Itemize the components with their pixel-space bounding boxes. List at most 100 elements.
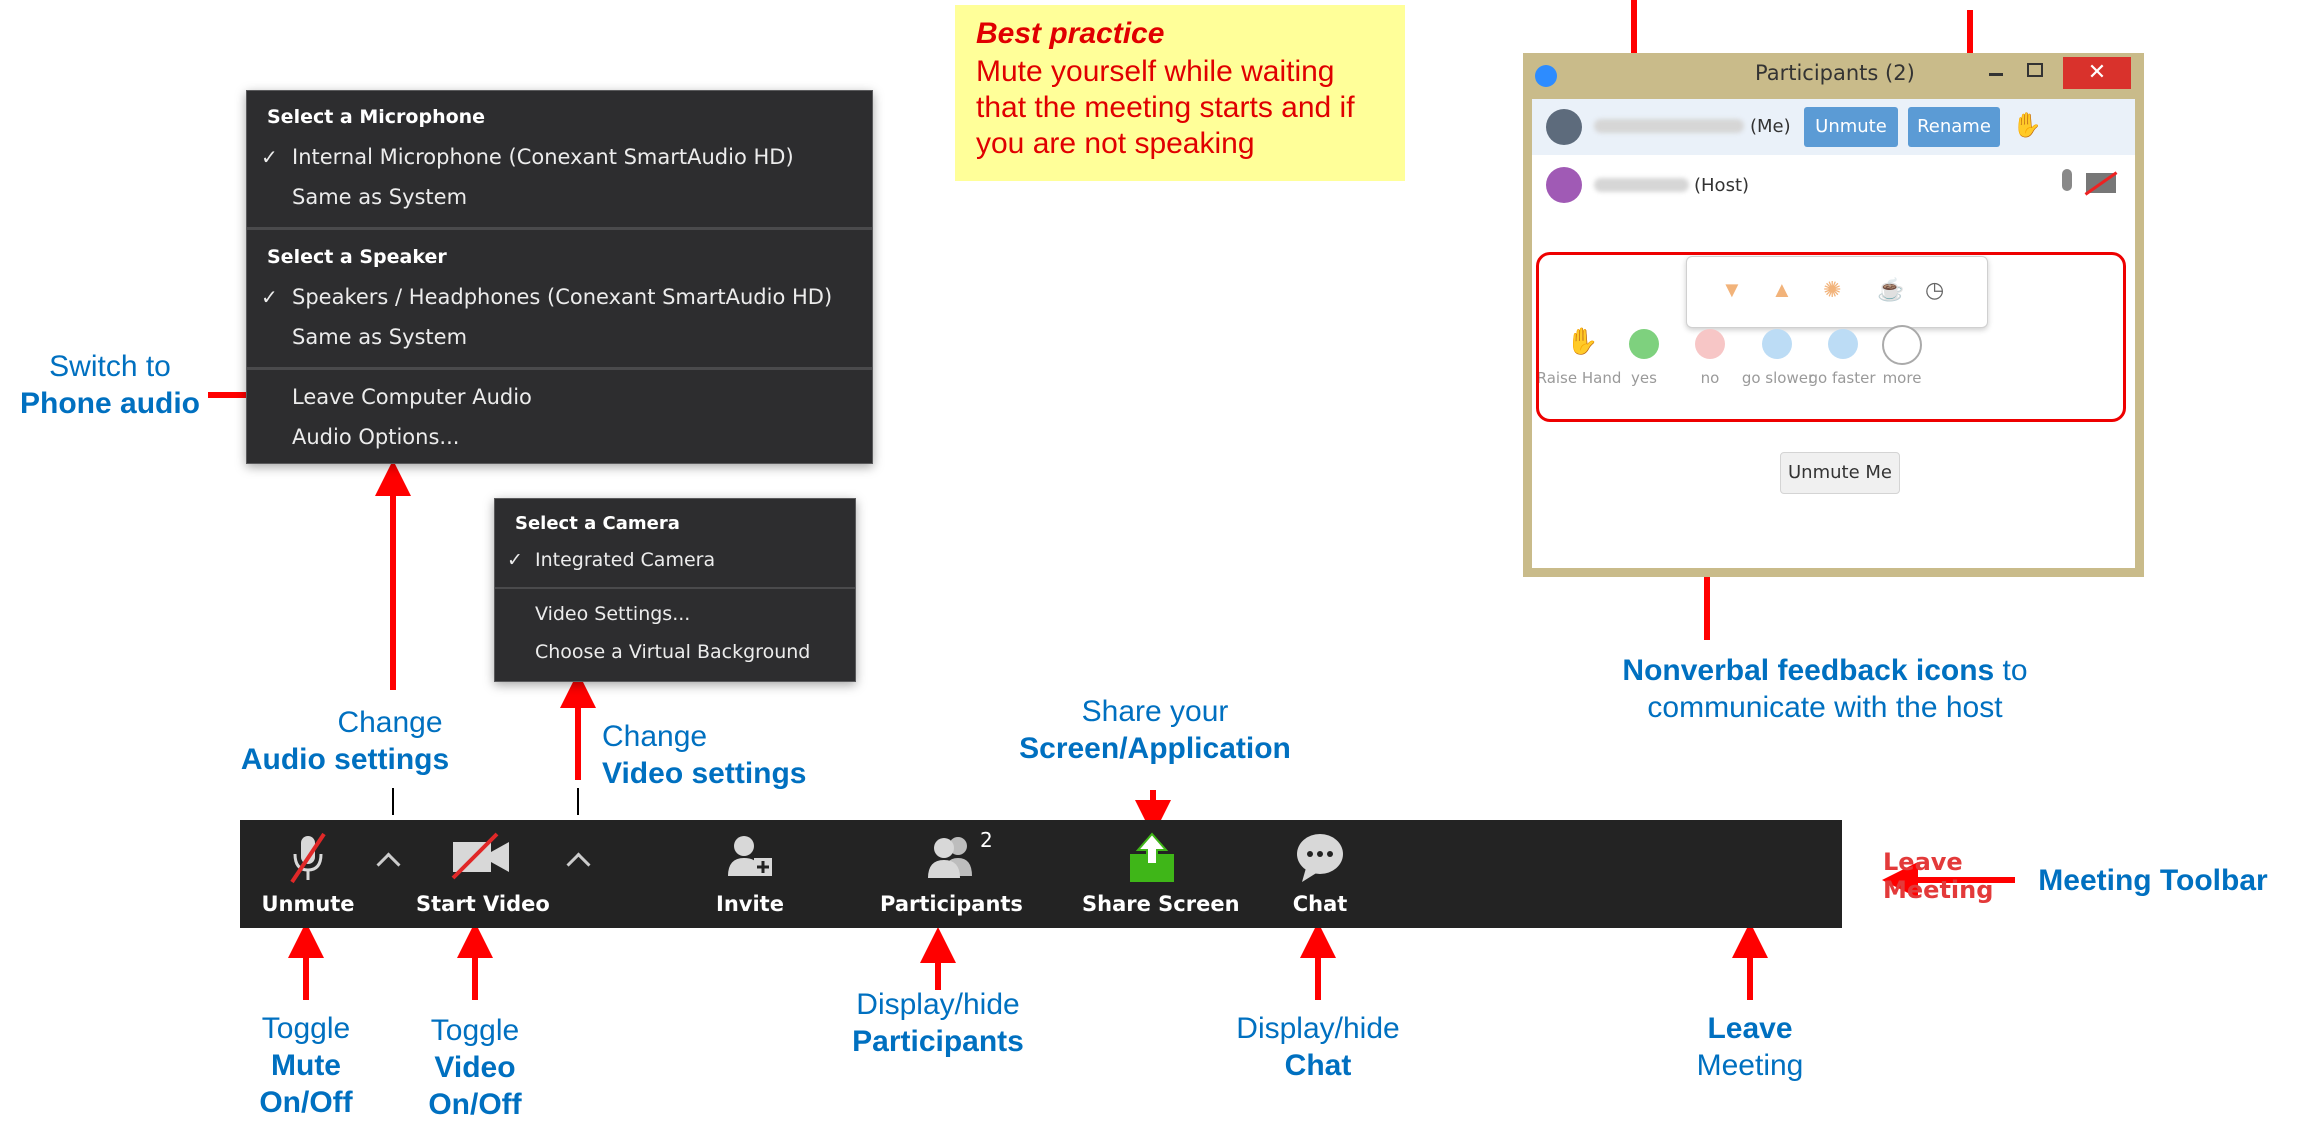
annotation-text-bold: Phone audio bbox=[20, 387, 200, 420]
toggle-video-annotation: Toggle Video On/Off bbox=[375, 1012, 575, 1123]
menu-item-integrated-camera[interactable]: Integrated Camera bbox=[535, 549, 715, 571]
annotation-text-bold: Video bbox=[434, 1051, 516, 1084]
menu-item-virtual-background[interactable]: Choose a Virtual Background bbox=[535, 641, 810, 663]
mic-check-icon: ✓ bbox=[261, 145, 278, 169]
video-off-icon bbox=[451, 832, 509, 880]
audio-options-chevron[interactable] bbox=[372, 820, 412, 928]
menu-divider bbox=[247, 367, 872, 370]
speaker-header: Select a Speaker bbox=[267, 246, 447, 268]
unmute-button[interactable]: Unmute bbox=[258, 820, 358, 928]
microphone-icon bbox=[2062, 169, 2072, 191]
me-label: (Me) bbox=[1750, 116, 1791, 137]
menu-divider bbox=[247, 227, 872, 230]
host-label: (Host) bbox=[1694, 175, 1750, 196]
annotation-text: Toggle bbox=[430, 1014, 520, 1047]
note-line: you are not speaking bbox=[976, 127, 1255, 160]
blurred-name bbox=[1594, 178, 1689, 192]
camera-check-icon: ✓ bbox=[507, 549, 523, 571]
menu-item-speaker-same-as-system[interactable]: Same as System bbox=[292, 325, 467, 349]
annotation-text: to bbox=[1994, 654, 2028, 687]
participants-icon bbox=[928, 837, 972, 878]
share-screen-annotation: Share your Screen/Application bbox=[985, 693, 1325, 767]
video-options-chevron[interactable] bbox=[558, 820, 598, 928]
maximize-icon[interactable] bbox=[2027, 63, 2043, 77]
annotation-text-bold: Audio settings bbox=[240, 743, 450, 776]
leave-meeting-button[interactable]: Leave Meeting bbox=[1883, 848, 1993, 904]
zoom-logo-icon bbox=[1535, 65, 1557, 87]
annotation-text: Change bbox=[337, 706, 443, 739]
speaker-check-icon: ✓ bbox=[261, 285, 278, 309]
audio-settings-annotation: Change Audio settings bbox=[210, 704, 480, 778]
menu-item-leave-computer-audio[interactable]: Leave Computer Audio bbox=[292, 385, 532, 409]
unmute-me-button[interactable]: Unmute Me bbox=[1780, 452, 1900, 494]
note-line: Mute yourself while waiting bbox=[976, 55, 1335, 88]
leave-meeting-annotation: Leave Meeting bbox=[1650, 1010, 1850, 1084]
menu-item-internal-microphone[interactable]: Internal Microphone (Conexant SmartAudio… bbox=[292, 145, 794, 169]
minimize-icon[interactable] bbox=[1989, 73, 2003, 76]
participants-window-title: Participants (2) bbox=[1755, 61, 1915, 85]
display-chat-annotation: Display/hide Chat bbox=[1198, 1010, 1438, 1084]
chevron-up-icon bbox=[566, 852, 591, 877]
display-participants-annotation: Display/hide Participants bbox=[818, 986, 1058, 1060]
unmute-label: Unmute bbox=[261, 892, 355, 916]
audio-settings-menu: Select a Microphone ✓ Internal Microphon… bbox=[246, 90, 873, 464]
annotation-text-bold: Nonverbal feedback icons bbox=[1622, 654, 1995, 687]
share-screen-button[interactable]: Share Screen bbox=[1082, 820, 1240, 928]
raised-hand-icon: ✋ bbox=[2012, 112, 2042, 139]
participants-button[interactable]: 2 Participants bbox=[880, 820, 1023, 928]
annotation-line: Nonverbal feedback icons to bbox=[1560, 652, 2090, 689]
participants-label: Participants bbox=[880, 892, 1023, 916]
video-settings-annotation: Change Video settings bbox=[602, 718, 842, 792]
annotation-text-bold: Participants bbox=[852, 1025, 1024, 1058]
participants-list-panel: (Me) Unmute Rename ✋ (Host) ▼ ▲ ✺ ☕ ◷ ✋ … bbox=[1532, 99, 2135, 568]
best-practice-note: Best practice Mute yourself while waitin… bbox=[955, 5, 1405, 181]
menu-item-video-settings[interactable]: Video Settings... bbox=[535, 603, 690, 625]
rename-button[interactable]: Rename bbox=[1908, 107, 2000, 147]
invite-label: Invite bbox=[716, 892, 784, 916]
annotation-text: Meeting bbox=[1696, 1049, 1804, 1082]
annotation-text-bold: On/Off bbox=[428, 1088, 522, 1121]
note-title: Best practice bbox=[976, 17, 1165, 50]
menu-item-mic-same-as-system[interactable]: Same as System bbox=[292, 185, 467, 209]
participant-row-host[interactable]: (Host) bbox=[1532, 161, 2135, 217]
note-line: that the meeting starts and if bbox=[976, 91, 1355, 124]
annotation-text: Display/hide bbox=[1236, 1012, 1400, 1045]
annotation-text-bold: Leave bbox=[1707, 1012, 1793, 1045]
participant-row-me[interactable]: (Me) Unmute Rename ✋ bbox=[1532, 99, 2135, 155]
avatar bbox=[1546, 167, 1582, 203]
menu-item-audio-options[interactable]: Audio Options... bbox=[292, 425, 459, 449]
start-video-label: Start Video bbox=[416, 892, 550, 916]
annotation-text: communicate with the host bbox=[1647, 691, 2003, 724]
microphone-muted-icon bbox=[290, 832, 326, 884]
annotation-text-bold: Screen/Application bbox=[1019, 732, 1291, 765]
menu-divider bbox=[495, 587, 855, 589]
share-screen-icon bbox=[1130, 832, 1174, 882]
annotation-text-bold: Video settings bbox=[602, 757, 807, 790]
mic-header: Select a Microphone bbox=[267, 106, 486, 128]
camera-header: Select a Camera bbox=[515, 513, 680, 534]
meeting-toolbar-annotation: Meeting Toolbar bbox=[2038, 864, 2268, 897]
chat-label: Chat bbox=[1292, 892, 1348, 916]
video-settings-menu: Select a Camera ✓ Integrated Camera Vide… bbox=[494, 498, 856, 682]
chevron-up-icon bbox=[376, 852, 401, 877]
switch-phone-audio-annotation: Switch to Phone audio bbox=[0, 348, 220, 422]
feedback-highlight-frame bbox=[1536, 252, 2126, 422]
chat-bubble-icon bbox=[1297, 834, 1343, 882]
nonverbal-feedback-annotation: Nonverbal feedback icons to communicate … bbox=[1560, 652, 2090, 726]
blurred-name bbox=[1594, 119, 1744, 133]
participant-count: 2 bbox=[980, 828, 993, 852]
invite-user-icon bbox=[728, 836, 772, 876]
participants-window: Participants (2) ✕ (Me) Unmute Rename ✋ … bbox=[1523, 53, 2144, 577]
annotation-text-bold: Chat bbox=[1284, 1049, 1352, 1082]
annotation-text: Display/hide bbox=[856, 988, 1020, 1021]
chat-button[interactable]: Chat bbox=[1270, 820, 1370, 928]
close-icon[interactable]: ✕ bbox=[2063, 57, 2131, 89]
avatar bbox=[1546, 109, 1582, 145]
annotation-text: Share your bbox=[1081, 695, 1229, 728]
share-screen-label: Share Screen bbox=[1082, 892, 1240, 916]
menu-item-speakers-headphones[interactable]: Speakers / Headphones (Conexant SmartAud… bbox=[292, 285, 832, 309]
invite-button[interactable]: Invite bbox=[700, 820, 800, 928]
unmute-participant-button[interactable]: Unmute bbox=[1804, 107, 1898, 147]
start-video-button[interactable]: Start Video bbox=[416, 820, 550, 928]
meeting-toolbar: Unmute Start Video Invite 2 Participants… bbox=[240, 820, 1993, 928]
